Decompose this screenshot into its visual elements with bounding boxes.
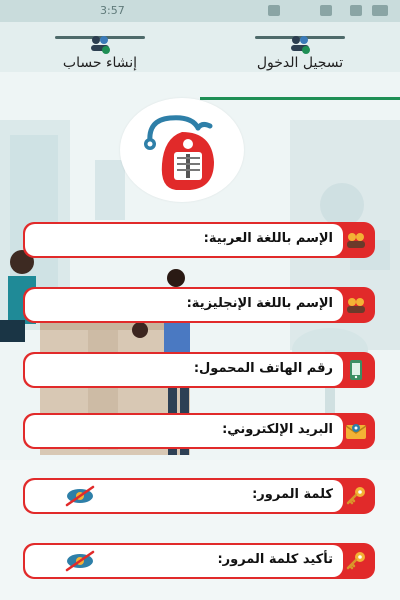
users-add-icon <box>91 36 110 54</box>
name-arabic-field[interactable]: الإسم باللغة العربية: <box>23 222 375 258</box>
tab-register-label: إنشاء حساب <box>62 55 138 71</box>
key-icon <box>346 552 365 570</box>
app-logo <box>120 98 244 202</box>
auth-tabs: إنشاء حساب تسجيل الدخول <box>0 22 400 100</box>
people-icon <box>347 233 365 248</box>
email-label: البريد الإلكتروني: <box>222 422 333 437</box>
notification-icon <box>268 5 280 16</box>
tab-register[interactable]: إنشاء حساب <box>0 22 200 78</box>
people-icon <box>347 298 365 313</box>
eye-hidden-icon[interactable] <box>63 550 97 572</box>
mobile-phone-field[interactable]: رقم الهاتف المحمول: <box>23 352 375 388</box>
confirm-password-field[interactable]: تأكيد كلمة المرور: <box>23 543 375 579</box>
name-english-field[interactable]: الإسم باللغة الإنجليزية: <box>23 287 375 323</box>
password-label: كلمة المرور: <box>252 487 333 502</box>
mobile-phone-label: رقم الهاتف المحمول: <box>193 361 333 376</box>
name-english-label: الإسم باللغة الإنجليزية: <box>186 296 333 311</box>
medical-xray-stethoscope-logo <box>144 115 214 190</box>
users-login-icon <box>291 36 310 54</box>
email-field[interactable]: البريد الإلكتروني: <box>23 413 375 449</box>
name-arabic-label: الإسم باللغة العربية: <box>203 231 333 246</box>
tab-login-label: تسجيل الدخول <box>256 55 344 71</box>
tab-login[interactable]: تسجيل الدخول <box>200 22 400 78</box>
phone-icon <box>350 360 362 380</box>
email-icon <box>345 424 367 439</box>
password-field[interactable]: كلمة المرور: <box>23 478 375 514</box>
eye-hidden-icon[interactable] <box>63 485 97 507</box>
signal-icon <box>350 5 362 16</box>
status-bar: 3:57 <box>0 0 400 22</box>
wifi-icon <box>320 5 332 16</box>
battery-icon <box>372 5 388 16</box>
key-icon <box>346 487 365 505</box>
status-time: 3:57 <box>100 4 125 17</box>
confirm-password-label: تأكيد كلمة المرور: <box>217 552 333 567</box>
